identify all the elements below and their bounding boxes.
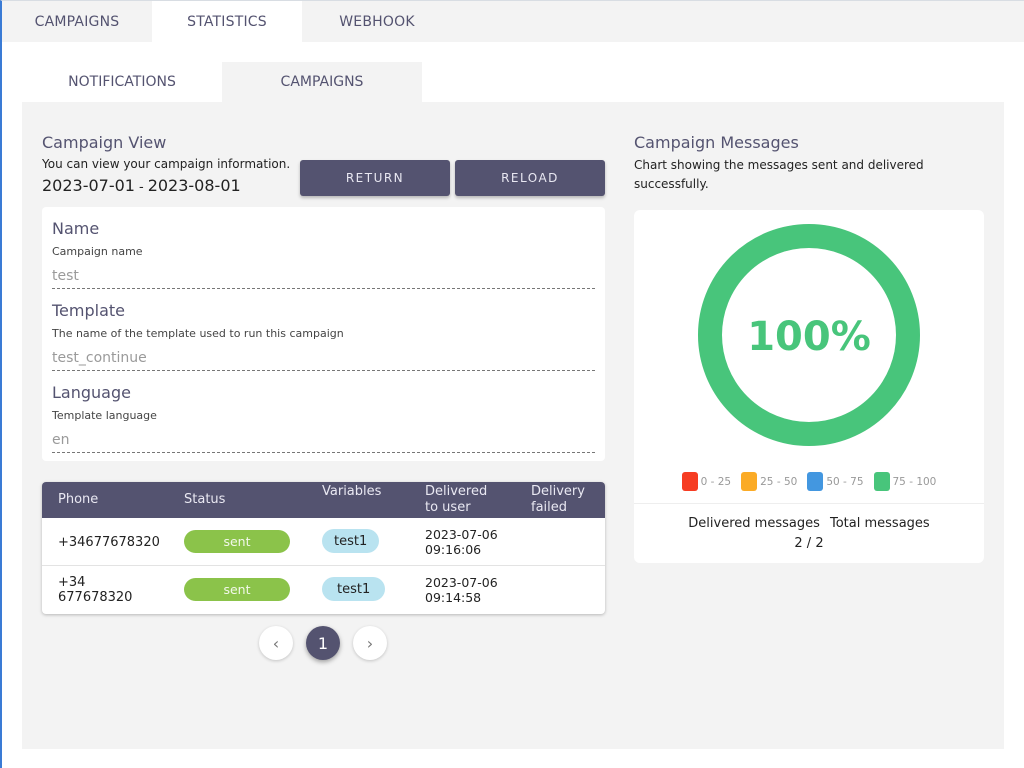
legend-swatch [681, 472, 698, 491]
stats-values: 2 / 2 [634, 536, 984, 551]
header-variables: Variables [322, 484, 382, 499]
pagination: ‹ 1 › [259, 626, 387, 660]
legend-swatch [873, 472, 890, 491]
status-badge: sent [184, 578, 290, 601]
chart-card: 100% 0 - 25 25 - 50 50 - 75 75 - 100 Delive… [634, 210, 984, 563]
return-button[interactable]: RETURN [300, 160, 450, 196]
reload-button[interactable]: RELOAD [455, 160, 605, 196]
divider [634, 503, 984, 504]
status-badge: sent [184, 530, 290, 553]
donut-center-label: 100% [747, 314, 871, 360]
field-help: Template language [52, 409, 157, 422]
legend-swatch [741, 472, 758, 491]
header-failed-line1: Delivery [531, 484, 585, 499]
name-field: Name Campaign name [52, 207, 595, 289]
cell-phone: +34677678320 [58, 535, 160, 550]
delivered-date: 2023-07-06 [425, 575, 498, 590]
tab-webhook[interactable]: WEBHOOK [302, 1, 452, 42]
campaign-name-input[interactable] [52, 263, 595, 289]
tab-campaigns[interactable]: CAMPAIGNS [2, 1, 152, 42]
legend-label: 25 - 50 [760, 475, 798, 488]
delivered-date: 2023-07-06 [425, 527, 498, 542]
chart-subtitle: Chart showing the messages sent and deli… [634, 158, 924, 191]
legend-item: 50 - 75 [807, 472, 864, 491]
chevron-left-icon: ‹ [272, 633, 280, 653]
table-row: +34 677678320 sent test1 2023-07-06 09:1… [42, 566, 605, 614]
template-name-input[interactable] [52, 345, 595, 371]
header-delivered: Delivered to user [425, 484, 487, 516]
date-to: 2023-08-01 [147, 176, 241, 195]
cell-delivered: 2023-07-06 09:14:58 [425, 575, 498, 605]
subtab-notifications[interactable]: NOTIFICATIONS [22, 62, 222, 102]
field-label: Name [52, 219, 100, 238]
language-field: Language Template language [52, 371, 595, 453]
field-help: The name of the template used to run thi… [52, 327, 344, 340]
statistics-panel: Campaign View You can view your campaign… [22, 102, 1004, 749]
next-page-button[interactable]: › [353, 626, 387, 660]
date-from: 2023-07-01 [42, 176, 135, 195]
legend-item: 25 - 50 [741, 472, 797, 491]
template-language-input[interactable] [52, 427, 595, 453]
legend-item: 0 - 25 [681, 472, 732, 491]
cell-delivered: 2023-07-06 09:16:06 [425, 527, 498, 557]
legend-swatch [807, 472, 824, 491]
field-label: Language [52, 383, 131, 402]
tab-statistics[interactable]: STATISTICS [152, 1, 302, 42]
header-phone: Phone [58, 492, 99, 507]
header-status: Status [184, 492, 226, 507]
stats-labels: Delivered messages Total messages [634, 516, 984, 531]
chart-title: Campaign Messages [634, 133, 799, 152]
delivered-messages-label: Delivered messages [688, 516, 820, 531]
prev-page-button[interactable]: ‹ [259, 626, 293, 660]
cell-phone: +34 677678320 [58, 575, 132, 605]
legend-label: 50 - 75 [826, 475, 864, 488]
field-help: Campaign name [52, 245, 143, 258]
phone-line2: 677678320 [58, 590, 133, 605]
header-failed-line2: failed [531, 500, 568, 515]
messages-table: Phone Status Variables Delivered to user… [42, 482, 605, 614]
total-count: 2 [815, 536, 824, 551]
delivered-count: 2 [794, 536, 803, 551]
total-messages-label: Total messages [830, 516, 930, 531]
delivered-time: 09:16:06 [425, 542, 482, 557]
header-delivered-line2: to user [425, 500, 471, 515]
date-range: 2023-07-01-2023-08-01 [42, 176, 241, 195]
donut-chart: 100% [698, 224, 920, 446]
date-separator: - [138, 180, 144, 195]
subtab-campaigns[interactable]: CAMPAIGNS [222, 62, 422, 102]
table-header: Phone Status Variables Delivered to user… [42, 482, 605, 518]
chart-legend: 0 - 25 25 - 50 50 - 75 75 - 100 [634, 472, 984, 491]
legend-item: 75 - 100 [873, 472, 937, 491]
template-field: Template The name of the template used t… [52, 289, 595, 371]
table-row: +34677678320 sent test1 2023-07-06 09:16… [42, 518, 605, 566]
legend-label: 0 - 25 [700, 475, 732, 488]
variable-chip: test1 [322, 577, 386, 601]
legend-label: 75 - 100 [892, 475, 937, 488]
sub-tab-bar: NOTIFICATIONS CAMPAIGNS [22, 62, 422, 102]
field-label: Template [52, 301, 126, 320]
campaign-view-subtitle: You can view your campaign information. [42, 157, 291, 171]
delivered-time: 09:14:58 [425, 590, 482, 605]
variable-chip: test1 [322, 529, 380, 553]
count-separator: / [806, 536, 812, 551]
phone-line1: +34 [58, 575, 86, 590]
campaign-info-card: Name Campaign name Template The name of … [42, 207, 605, 461]
page-button-current[interactable]: 1 [306, 626, 340, 660]
top-tab-bar: CAMPAIGNS STATISTICS WEBHOOK [2, 1, 1024, 42]
header-failed: Delivery failed [531, 484, 585, 516]
campaign-view-title: Campaign View [42, 133, 167, 152]
header-delivered-line1: Delivered [425, 484, 488, 499]
chevron-right-icon: › [366, 633, 374, 653]
